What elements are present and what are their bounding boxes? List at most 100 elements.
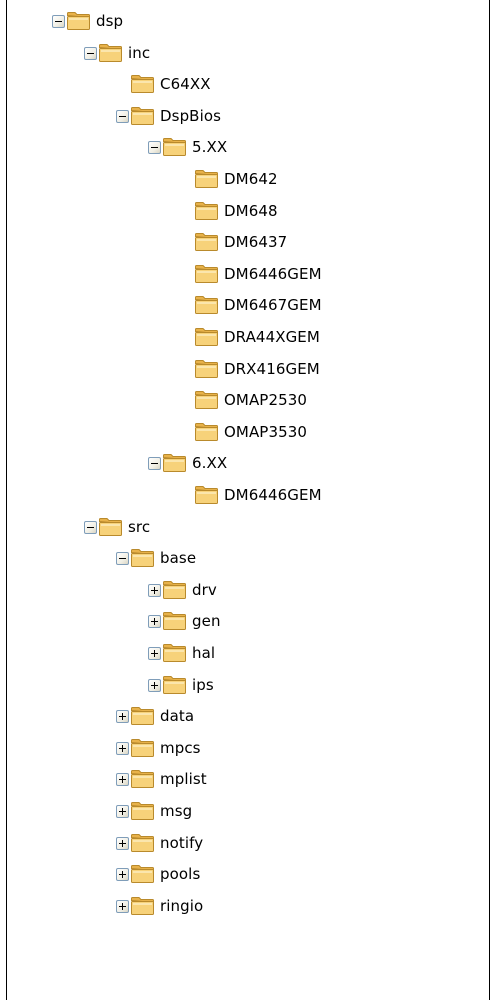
folder-open-icon [98, 43, 124, 63]
tree-node-label[interactable]: mpcs [160, 738, 201, 758]
folder-icon [130, 801, 156, 821]
tree-node-label[interactable]: ips [192, 675, 214, 695]
tree-node-label[interactable]: DM6467GEM [224, 295, 322, 315]
tree-node-label[interactable]: data [160, 706, 194, 726]
tree-node[interactable]: 5.XX [0, 133, 480, 161]
collapse-minus-icon[interactable] [84, 521, 97, 534]
tree-node-label[interactable]: notify [160, 833, 203, 853]
collapse-minus-icon[interactable] [116, 552, 129, 565]
tree-node[interactable]: ringio [0, 892, 480, 920]
tree-node[interactable]: DRA44XGEM [0, 323, 480, 351]
folder-icon [194, 169, 220, 189]
tree-node[interactable]: dsp [0, 7, 480, 35]
folder-open-icon [130, 548, 156, 568]
tree-node-label[interactable]: DRA44XGEM [224, 327, 320, 347]
tree-node-label[interactable]: DspBios [160, 106, 221, 126]
tree-node-label[interactable]: DM642 [224, 169, 278, 189]
tree-node-label[interactable]: drv [192, 580, 217, 600]
tree-node-label[interactable]: 6.XX [192, 453, 227, 473]
folder-open-icon [66, 11, 92, 31]
collapse-minus-icon[interactable] [84, 47, 97, 60]
tree-node-label[interactable]: gen [192, 611, 221, 631]
tree-node[interactable]: DM642 [0, 165, 480, 193]
collapse-minus-icon[interactable] [148, 457, 161, 470]
folder-icon [194, 327, 220, 347]
tree-node[interactable]: 6.XX [0, 449, 480, 477]
expand-plus-icon[interactable] [116, 742, 129, 755]
expand-plus-icon[interactable] [116, 868, 129, 881]
tree-node-label[interactable]: inc [128, 43, 150, 63]
tree-node[interactable]: src [0, 513, 480, 541]
tree-node[interactable]: gen [0, 607, 480, 635]
tree-node-label[interactable]: DRX416GEM [224, 359, 320, 379]
tree-node[interactable]: hal [0, 639, 480, 667]
tree-node[interactable]: DRX416GEM [0, 355, 480, 383]
folder-icon [162, 643, 188, 663]
tree-node[interactable]: DspBios [0, 102, 480, 130]
tree-node[interactable]: inc [0, 39, 480, 67]
tree-node[interactable]: mplist [0, 765, 480, 793]
tree-node-label[interactable]: DM6437 [224, 232, 287, 252]
tree-node-label[interactable]: ringio [160, 896, 203, 916]
expand-plus-icon[interactable] [148, 647, 161, 660]
tree-node-label[interactable]: DM6446GEM [224, 485, 322, 505]
expand-plus-icon[interactable] [116, 773, 129, 786]
folder-icon [194, 295, 220, 315]
tree-node-label[interactable]: dsp [96, 11, 123, 31]
tree-node[interactable]: DM6446GEM [0, 260, 480, 288]
tree-node[interactable]: OMAP2530 [0, 386, 480, 414]
tree-node[interactable]: DM6446GEM [0, 481, 480, 509]
folder-icon [194, 359, 220, 379]
tree-node[interactable]: data [0, 702, 480, 730]
tree-node-label[interactable]: pools [160, 864, 200, 884]
expand-plus-icon[interactable] [148, 679, 161, 692]
collapse-minus-icon[interactable] [148, 141, 161, 154]
expand-plus-icon[interactable] [116, 837, 129, 850]
folder-icon [162, 580, 188, 600]
folder-icon [130, 706, 156, 726]
tree-node[interactable]: mpcs [0, 734, 480, 762]
folder-icon [194, 264, 220, 284]
expand-plus-icon[interactable] [116, 805, 129, 818]
tree-node[interactable]: pools [0, 860, 480, 888]
tree-node-label[interactable]: src [128, 517, 150, 537]
expand-plus-icon[interactable] [148, 584, 161, 597]
tree-node[interactable]: drv [0, 576, 480, 604]
tree-node[interactable]: ips [0, 671, 480, 699]
tree-node-label[interactable]: 5.XX [192, 137, 227, 157]
tree-node[interactable]: DM6437 [0, 228, 480, 256]
folder-icon [130, 864, 156, 884]
expand-plus-icon[interactable] [116, 900, 129, 913]
tree-node[interactable]: OMAP3530 [0, 418, 480, 446]
tree-node-label[interactable]: DM648 [224, 201, 278, 221]
folder-icon [130, 833, 156, 853]
tree-node-label[interactable]: msg [160, 801, 192, 821]
tree-node-label[interactable]: OMAP2530 [224, 390, 307, 410]
folder-icon [194, 390, 220, 410]
tree-node-label[interactable]: C64XX [160, 74, 211, 94]
tree-node-label[interactable]: hal [192, 643, 215, 663]
expand-plus-icon[interactable] [116, 710, 129, 723]
tree-node[interactable]: notify [0, 829, 480, 857]
tree-node[interactable]: msg [0, 797, 480, 825]
tree-node-label[interactable]: DM6446GEM [224, 264, 322, 284]
folder-open-icon [130, 106, 156, 126]
folder-tree[interactable]: dsp inc C64XX DspBios 5.XX DM642 DM648 DM6437 DM… [0, 0, 491, 990]
folder-open-icon [162, 137, 188, 157]
folder-icon [194, 232, 220, 252]
tree-node-label[interactable]: mplist [160, 769, 207, 789]
folder-icon [130, 738, 156, 758]
tree-node[interactable]: base [0, 544, 480, 572]
folder-icon [162, 611, 188, 631]
tree-node[interactable]: DM648 [0, 197, 480, 225]
folder-open-icon [98, 517, 124, 537]
tree-node[interactable]: DM6467GEM [0, 291, 480, 319]
collapse-minus-icon[interactable] [116, 110, 129, 123]
folder-icon [130, 896, 156, 916]
tree-node-label[interactable]: base [160, 548, 196, 568]
collapse-minus-icon[interactable] [52, 15, 65, 28]
tree-node-label[interactable]: OMAP3530 [224, 422, 307, 442]
folder-open-icon [162, 453, 188, 473]
expand-plus-icon[interactable] [148, 615, 161, 628]
tree-node[interactable]: C64XX [0, 70, 480, 98]
